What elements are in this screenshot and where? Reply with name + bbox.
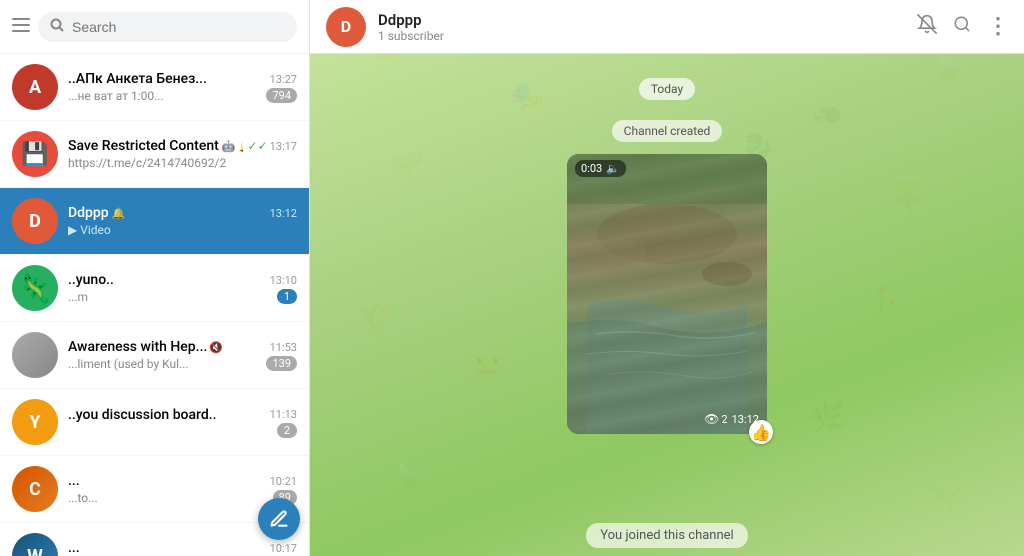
badge: 2 bbox=[277, 423, 297, 438]
chat-preview: ...m bbox=[68, 290, 88, 304]
avatar-letter: D bbox=[341, 17, 351, 36]
chat-preview: ...не ват ат 1:00... bbox=[68, 89, 164, 103]
channel-created-badge: Channel created bbox=[612, 120, 723, 142]
channel-info: Ddppp 1 subscriber bbox=[378, 11, 905, 43]
badge: 1 bbox=[277, 289, 297, 304]
video-message[interactable]: 0:03 🔈 👁 2 13:12 👍 bbox=[567, 154, 767, 434]
avatar: D bbox=[12, 198, 58, 244]
chat-main: 🐸 🎭 🌿 🐢 🍃 🌱 🐊 🍀 🌾 🐸 🎋 🌿 🍃 🌱 🐉 🌲 D Ddppp … bbox=[310, 0, 1024, 556]
video-duration: 0:03 🔈 bbox=[575, 160, 626, 177]
chat-time: 13:10 bbox=[270, 274, 297, 287]
list-item[interactable]: 💾 Save Restricted Content 🤖 🔔 ✓✓ 13:17 h… bbox=[0, 121, 309, 188]
chat-header-bar: D Ddppp 1 subscriber ⋮ bbox=[310, 0, 1024, 54]
more-options-icon[interactable]: ⋮ bbox=[987, 14, 1008, 39]
messages-area: Today Channel created bbox=[310, 54, 1024, 515]
avatar: 💾 bbox=[12, 131, 58, 177]
chat-time: 10:21 bbox=[270, 475, 297, 488]
chat-content: Awareness with Hep... 🔇 11:53 ...liment … bbox=[68, 339, 297, 371]
badge: 794 bbox=[266, 88, 297, 103]
avatar: А bbox=[12, 64, 58, 110]
chat-time: 11:13 bbox=[270, 408, 297, 421]
chat-content: ... 10:17 .../ m... 18 bbox=[68, 540, 297, 556]
chat-time: 11:53 bbox=[270, 341, 297, 354]
chat-name: ..yuno.. bbox=[68, 272, 114, 288]
avatar bbox=[12, 332, 58, 378]
sidebar-header bbox=[0, 0, 309, 54]
avatar: Y bbox=[12, 399, 58, 445]
chat-content: Ddppp 🔔 13:12 ▶ Video bbox=[68, 205, 297, 237]
sound-icon: 🔈 bbox=[606, 162, 620, 175]
system-message: Channel created bbox=[326, 120, 1008, 142]
joined-channel-notice: You joined this channel bbox=[310, 523, 1024, 556]
video-thumbnail bbox=[567, 154, 767, 434]
search-icon bbox=[50, 18, 64, 36]
chat-preview: https://t.me/c/2414740692/2 bbox=[68, 156, 226, 170]
avatar: C bbox=[12, 466, 58, 512]
search-icon[interactable] bbox=[953, 15, 971, 38]
chat-content: ..yuno.. 13:10 ...m 1 bbox=[68, 272, 297, 304]
chat-name: ... bbox=[68, 540, 80, 556]
avatar: 🦎 bbox=[12, 265, 58, 311]
chat-name: Awareness with Hep... 🔇 bbox=[68, 339, 223, 355]
sidebar: А ..АПк Анкета Бенез... 13:27 ...не ват … bbox=[0, 0, 310, 556]
chat-name: ... bbox=[68, 473, 80, 489]
list-item[interactable]: 🦎 ..yuno.. 13:10 ...m 1 bbox=[0, 255, 309, 322]
chat-content: ..АПк Анкета Бенез... 13:27 ...не ват ат… bbox=[68, 71, 297, 103]
video-container[interactable]: 0:03 🔈 👁 2 13:12 bbox=[567, 154, 767, 434]
duration-text: 0:03 bbox=[581, 162, 602, 175]
chat-time: 10:17 bbox=[270, 542, 297, 555]
hamburger-icon[interactable] bbox=[12, 16, 30, 37]
chat-name: Save Restricted Content 🤖 🔔 bbox=[68, 138, 243, 154]
chat-content: ... 10:21 ...to... 89 bbox=[68, 473, 297, 505]
list-item[interactable]: Y ..you discussion board.. 11:13 2 bbox=[0, 389, 309, 456]
chat-time: 13:12 bbox=[270, 207, 297, 220]
channel-subscriber-count: 1 subscriber bbox=[378, 29, 905, 43]
chat-name: ..АПк Анкета Бенез... bbox=[68, 71, 207, 87]
list-item[interactable]: А ..АПк Анкета Бенез... 13:27 ...не ват … bbox=[0, 54, 309, 121]
avatar: W bbox=[12, 533, 58, 556]
video-time: 13:12 bbox=[732, 413, 759, 426]
list-item[interactable]: D Ddppp 🔔 13:12 ▶ Video bbox=[0, 188, 309, 255]
date-divider: Today bbox=[326, 78, 1008, 100]
header-actions: ⋮ bbox=[917, 14, 1008, 39]
compose-button[interactable] bbox=[258, 498, 300, 540]
chat-content: ..you discussion board.. 11:13 2 bbox=[68, 407, 297, 438]
views-count: 👁 2 bbox=[704, 412, 727, 426]
channel-avatar: D bbox=[326, 7, 366, 47]
chat-preview: ▶ Video bbox=[68, 223, 111, 237]
search-input[interactable] bbox=[72, 19, 285, 35]
chat-name: Ddppp 🔔 bbox=[68, 205, 125, 221]
chat-content: Save Restricted Content 🤖 🔔 ✓✓ 13:17 htt… bbox=[68, 138, 297, 170]
date-badge: Today bbox=[639, 78, 695, 100]
chat-list: А ..АПк Анкета Бенез... 13:27 ...не ват … bbox=[0, 54, 309, 556]
video-meta: 👁 2 13:12 bbox=[704, 412, 759, 426]
chat-preview: ...to... bbox=[68, 491, 98, 505]
badge: 139 bbox=[266, 356, 297, 371]
chat-time: 13:27 bbox=[270, 73, 297, 86]
channel-name: Ddppp bbox=[378, 11, 905, 29]
chat-name: ..you discussion board.. bbox=[68, 407, 217, 423]
joined-badge: You joined this channel bbox=[586, 523, 747, 548]
chat-preview: ...liment (used by Kul... bbox=[68, 357, 189, 371]
chat-time: ✓✓ 13:17 bbox=[247, 139, 297, 153]
mute-icon[interactable] bbox=[917, 14, 937, 39]
list-item[interactable]: Awareness with Hep... 🔇 11:53 ...liment … bbox=[0, 322, 309, 389]
search-bar[interactable] bbox=[38, 12, 297, 42]
